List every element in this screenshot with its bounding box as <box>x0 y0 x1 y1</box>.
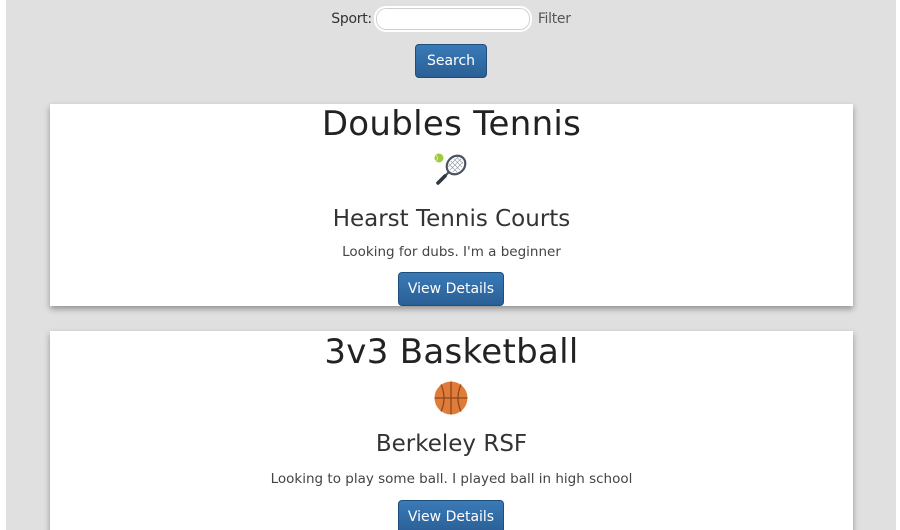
event-card: 3v3 Basketball Berkeley RSF Looking to p… <box>50 331 853 530</box>
search-button[interactable]: Search <box>415 44 487 78</box>
card-title: 3v3 Basketball <box>324 332 579 372</box>
card-location: Berkeley RSF <box>375 431 528 457</box>
card-title: Doubles Tennis <box>321 104 582 144</box>
basketball-icon <box>434 381 468 415</box>
event-card: Doubles Tennis Hearst Tennis Courts Look… <box>50 104 853 306</box>
view-details-button[interactable]: View Details <box>398 272 504 306</box>
filter-label: Filter <box>537 11 571 27</box>
view-details-button[interactable]: View Details <box>398 500 504 530</box>
search-bar: Sport: Filter <box>6 6 896 32</box>
sport-input[interactable] <box>373 6 532 32</box>
card-location: Hearst Tennis Courts <box>332 206 571 232</box>
page-background: Sport: Filter Search Doubles Tennis Hear… <box>6 0 896 530</box>
tennis-racket-icon <box>434 153 467 185</box>
card-description: Looking to play some ball. I played ball… <box>270 471 633 487</box>
card-description: Looking for dubs. I'm a beginner <box>342 244 561 260</box>
sport-label: Sport: <box>331 11 372 27</box>
